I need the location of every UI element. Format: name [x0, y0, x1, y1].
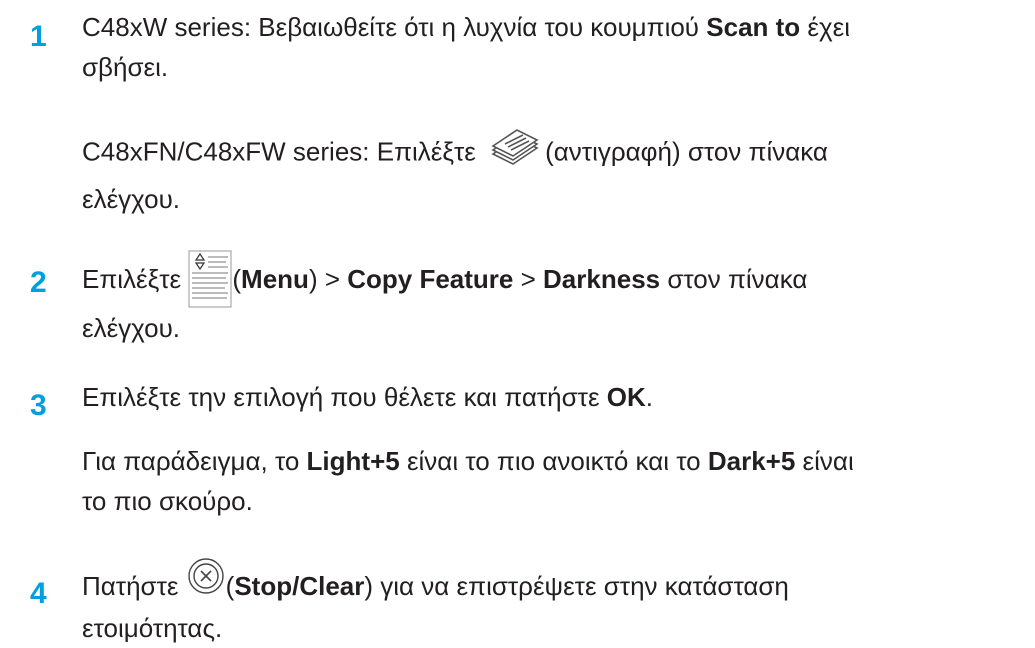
step-3-text: Επιλέξτε την επιλογή που θέλετε και πατή… — [82, 382, 607, 412]
step-1-text-line2: σβήσει. — [82, 52, 169, 82]
step-number-3: 3 — [30, 389, 47, 422]
step-2-text-line2: ελέγχου. — [82, 313, 181, 343]
step-2-paragraph: Επιλέξτε (Menu) > Copy Feature > Darknes… — [82, 250, 1032, 348]
step-1-text: C48xW series: Βεβαιωθείτε ότι η λυχνία τ… — [82, 12, 707, 42]
step-3-paragraph-1: Επιλέξτε την επιλογή που θέλετε και πατή… — [82, 377, 1032, 417]
step-2-text: Επιλέξτε — [82, 263, 189, 294]
step-3-text-end: . — [645, 382, 653, 412]
copy-icon — [485, 128, 543, 179]
step-1b-text: C48xFN/C48xFW series: Επιλέξτε — [82, 136, 484, 167]
separator-1: ) > — [308, 263, 348, 294]
copy-feature-label: Copy Feature — [347, 263, 514, 294]
step-2-text-end: στον πίνακα — [660, 263, 808, 294]
step-3-paragraph-2: Για παράδειγμα, το Light+5 είναι το πιο … — [82, 441, 1032, 521]
step-number-4: 4 — [30, 577, 47, 610]
light-5-label: Light+5 — [306, 446, 400, 476]
step-4-text: Πατήστε — [82, 571, 186, 601]
step-3b-text-end: είναι — [795, 446, 854, 476]
menu-label: Menu — [241, 263, 309, 294]
step-1b-text-line2: ελέγχου. — [82, 184, 181, 214]
step-4-text-line2: ετοιμότητας. — [82, 613, 223, 644]
darkness-label: Darkness — [543, 263, 661, 294]
step-3b-text-mid: είναι το πιο ανοικτό και το — [399, 446, 708, 476]
menu-icon — [188, 250, 232, 308]
scan-to-label: Scan to — [706, 12, 801, 42]
stop-clear-icon — [186, 558, 226, 608]
step-1-paragraph-1: C48xW series: Βεβαιωθείτε ότι η λυχνία τ… — [82, 7, 1032, 87]
stop-clear-label: Stop/Clear — [234, 571, 365, 601]
step-number-2: 2 — [30, 266, 47, 299]
step-1-text-end: έχει — [800, 12, 851, 42]
paren-open: ( — [232, 263, 242, 294]
step-3b-text-line2: το πιο σκούρο. — [82, 486, 253, 516]
step-4-text-end: ) για να επιστρέψετε στην κατάσταση — [364, 571, 789, 601]
step-4-paragraph: Πατήστε (Stop/Clear) για να επιστρέψετε … — [82, 558, 1032, 648]
step-1-paragraph-2: C48xFN/C48xFW series: Επιλέξτε (αντιγραφ… — [82, 128, 1032, 219]
step-number-1: 1 — [30, 20, 47, 53]
separator-2: > — [513, 263, 544, 294]
ok-label: OK — [606, 382, 646, 412]
step-3b-text: Για παράδειγμα, το — [82, 446, 307, 476]
dark-5-label: Dark+5 — [707, 446, 796, 476]
step-1b-text-end: (αντιγραφή) στον πίνακα — [545, 136, 828, 167]
